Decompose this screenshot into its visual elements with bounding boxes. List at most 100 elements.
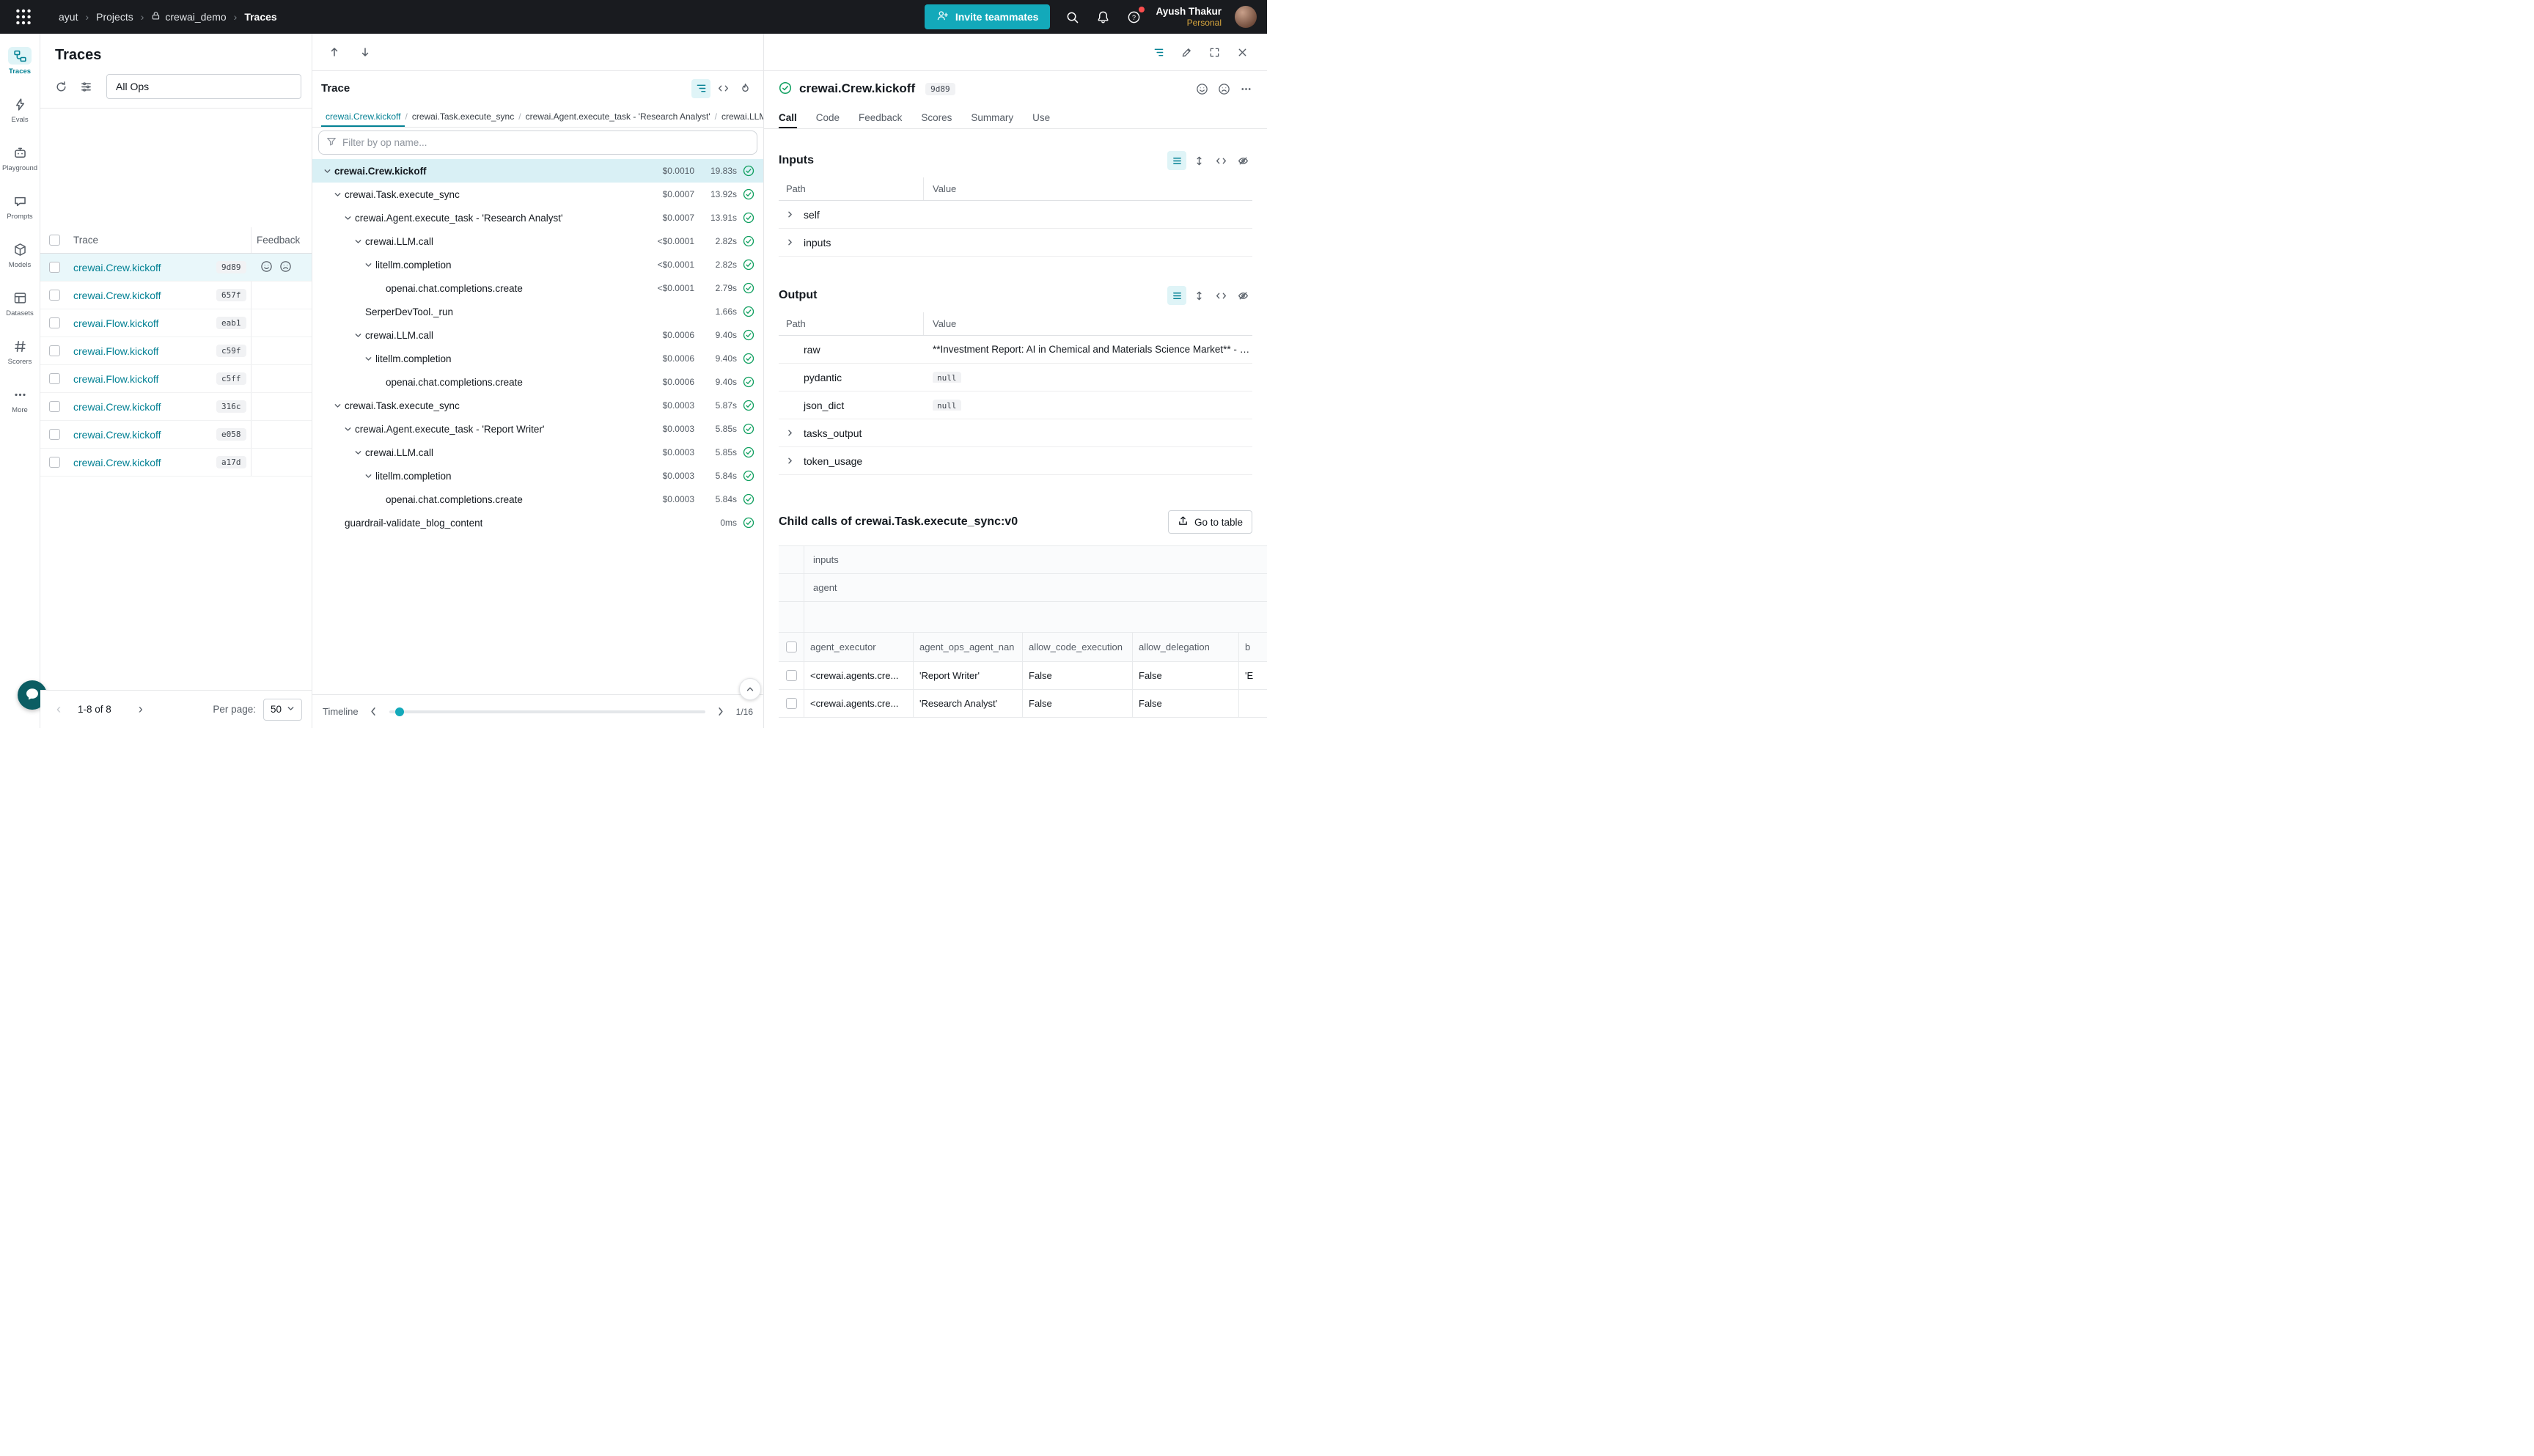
avatar[interactable] xyxy=(1235,6,1257,28)
trace-op-link[interactable]: crewai.Flow.kickoff xyxy=(73,345,158,357)
column-header-value[interactable]: Value xyxy=(924,183,956,194)
column-header-allow_delegation[interactable]: allow_delegation xyxy=(1133,633,1239,661)
column-header-agent_executor[interactable]: agent_executor xyxy=(804,633,914,661)
row-checkbox[interactable] xyxy=(49,457,60,468)
code-view-icon[interactable] xyxy=(713,79,732,98)
column-header-path[interactable]: Path xyxy=(779,312,924,335)
invite-teammates-button[interactable]: Invite teammates xyxy=(925,4,1051,29)
kv-path[interactable]: tasks_output xyxy=(779,427,924,439)
trace-op-link[interactable]: crewai.Crew.kickoff xyxy=(73,457,161,468)
trace-row[interactable]: crewai.Crew.kickoffa17d xyxy=(40,449,312,477)
tree-row[interactable]: crewai.Crew.kickoff$0.001019.83s xyxy=(312,159,763,183)
trace-row[interactable]: crewai.Flow.kickoffc59f xyxy=(40,337,312,365)
call-id-badge[interactable]: 9d89 xyxy=(925,83,955,95)
trace-op-link[interactable]: crewai.Crew.kickoff xyxy=(73,429,161,441)
breadcrumb-project[interactable]: crewai_demo xyxy=(151,11,226,23)
sidebar-item-evals[interactable]: Evals xyxy=(1,91,39,128)
tree-row[interactable]: litellm.completion<$0.00012.82s xyxy=(312,253,763,276)
wandb-logo[interactable] xyxy=(10,4,37,30)
timeline-handle[interactable] xyxy=(395,707,404,716)
trace-row[interactable]: crewai.Crew.kickoff657f xyxy=(40,282,312,309)
child-call-row[interactable]: <crewai.agents.cre...'Report Writer'Fals… xyxy=(779,662,1267,690)
trace-row[interactable]: crewai.Crew.kickoffe058 xyxy=(40,421,312,449)
next-trace-down-icon[interactable] xyxy=(355,42,375,62)
tree-row[interactable]: crewai.LLM.call$0.00069.40s xyxy=(312,323,763,347)
next-page-icon[interactable]: › xyxy=(132,702,150,717)
chevron-down-icon[interactable] xyxy=(321,167,333,175)
row-checkbox[interactable] xyxy=(49,317,60,328)
scroll-to-top-button[interactable] xyxy=(739,678,761,700)
tree-row[interactable]: SerperDevTool._run1.66s xyxy=(312,300,763,323)
user-menu[interactable]: Ayush Thakur Personal xyxy=(1156,6,1222,29)
tab-code[interactable]: Code xyxy=(816,106,840,128)
hide-values-icon[interactable] xyxy=(1233,286,1252,305)
tab-use[interactable]: Use xyxy=(1032,106,1050,128)
tree-row[interactable]: crewai.LLM.call<$0.00012.82s xyxy=(312,229,763,253)
edit-pencil-icon[interactable] xyxy=(1177,43,1196,62)
path-tab[interactable]: crewai.Crew.kickoff xyxy=(321,106,405,127)
negative-feedback-icon[interactable] xyxy=(279,260,292,275)
path-tab[interactable]: crewai.Agent.execute_task - 'Research An… xyxy=(521,106,715,127)
column-header-b[interactable]: b xyxy=(1239,633,1267,661)
chevron-down-icon[interactable] xyxy=(362,261,374,269)
row-checkbox[interactable] xyxy=(49,290,60,301)
select-all-checkbox[interactable] xyxy=(49,235,60,246)
row-checkbox[interactable] xyxy=(49,401,60,412)
tree-row[interactable]: openai.chat.completions.create$0.00069.4… xyxy=(312,370,763,394)
tree-row[interactable]: crewai.Task.execute_sync$0.000713.92s xyxy=(312,183,763,206)
refresh-icon[interactable] xyxy=(51,76,71,97)
hide-values-icon[interactable] xyxy=(1233,151,1252,170)
trace-row[interactable]: crewai.Flow.kickoffeab1 xyxy=(40,309,312,337)
list-view-icon[interactable] xyxy=(1167,151,1186,170)
row-checkbox[interactable] xyxy=(49,373,60,384)
trace-op-link[interactable]: crewai.Flow.kickoff xyxy=(73,317,158,329)
search-icon[interactable] xyxy=(1063,8,1081,26)
chevron-down-icon[interactable] xyxy=(342,425,353,433)
chevron-down-icon[interactable] xyxy=(362,472,374,480)
more-options-icon[interactable] xyxy=(1240,83,1252,95)
op-filter-box[interactable] xyxy=(318,130,757,155)
chevron-down-icon[interactable] xyxy=(342,214,353,222)
column-header-value[interactable]: Value xyxy=(924,318,956,329)
trace-row[interactable]: crewai.Flow.kickoffc5ff xyxy=(40,365,312,393)
timeline-prev-icon[interactable] xyxy=(366,704,382,720)
tree-view-icon[interactable] xyxy=(691,79,710,98)
trace-op-link[interactable]: crewai.Flow.kickoff xyxy=(73,373,158,385)
row-checkbox[interactable] xyxy=(786,698,797,709)
close-icon[interactable] xyxy=(1233,43,1252,62)
column-settings-icon[interactable] xyxy=(76,76,96,97)
expand-rows-icon[interactable] xyxy=(1189,151,1208,170)
go-to-table-button[interactable]: Go to table xyxy=(1168,510,1252,534)
chevron-down-icon[interactable] xyxy=(352,331,364,339)
tree-row[interactable]: crewai.Agent.execute_task - 'Research An… xyxy=(312,206,763,229)
row-checkbox[interactable] xyxy=(786,670,797,681)
child-call-row[interactable]: <crewai.agents.cre...'Research Analyst'F… xyxy=(779,690,1267,718)
expand-rows-icon[interactable] xyxy=(1189,286,1208,305)
row-checkbox[interactable] xyxy=(49,345,60,356)
toggle-tree-icon[interactable] xyxy=(1149,43,1168,62)
sidebar-item-playground[interactable]: Playground xyxy=(1,139,39,177)
kv-path[interactable]: token_usage xyxy=(779,455,924,467)
chevron-right-icon[interactable] xyxy=(786,210,794,218)
flame-graph-icon[interactable] xyxy=(735,79,754,98)
tree-row[interactable]: crewai.LLM.call$0.00035.85s xyxy=(312,441,763,464)
chevron-down-icon[interactable] xyxy=(352,449,364,457)
ops-filter-select[interactable]: All Ops xyxy=(106,74,301,99)
column-header-agent_ops_agent_nan[interactable]: agent_ops_agent_nan xyxy=(914,633,1023,661)
row-checkbox[interactable] xyxy=(49,429,60,440)
list-view-icon[interactable] xyxy=(1167,286,1186,305)
tree-row[interactable]: crewai.Task.execute_sync$0.00035.87s xyxy=(312,394,763,417)
trace-op-link[interactable]: crewai.Crew.kickoff xyxy=(73,262,161,273)
trace-op-link[interactable]: crewai.Crew.kickoff xyxy=(73,290,161,301)
sidebar-item-prompts[interactable]: Prompts xyxy=(1,188,39,225)
code-format-icon[interactable] xyxy=(1211,286,1230,305)
prev-trace-up-icon[interactable] xyxy=(324,42,345,62)
sidebar-item-scorers[interactable]: Scorers xyxy=(1,333,39,370)
positive-feedback-icon[interactable] xyxy=(1196,83,1208,95)
fullscreen-icon[interactable] xyxy=(1205,43,1224,62)
tab-scores[interactable]: Scores xyxy=(921,106,952,128)
path-tab[interactable]: crewai.LLM.call xyxy=(717,106,763,127)
kv-path[interactable]: inputs xyxy=(779,237,924,249)
sidebar-item-datasets[interactable]: Datasets xyxy=(1,284,39,322)
tree-row[interactable]: guardrail-validate_blog_content0ms xyxy=(312,511,763,534)
